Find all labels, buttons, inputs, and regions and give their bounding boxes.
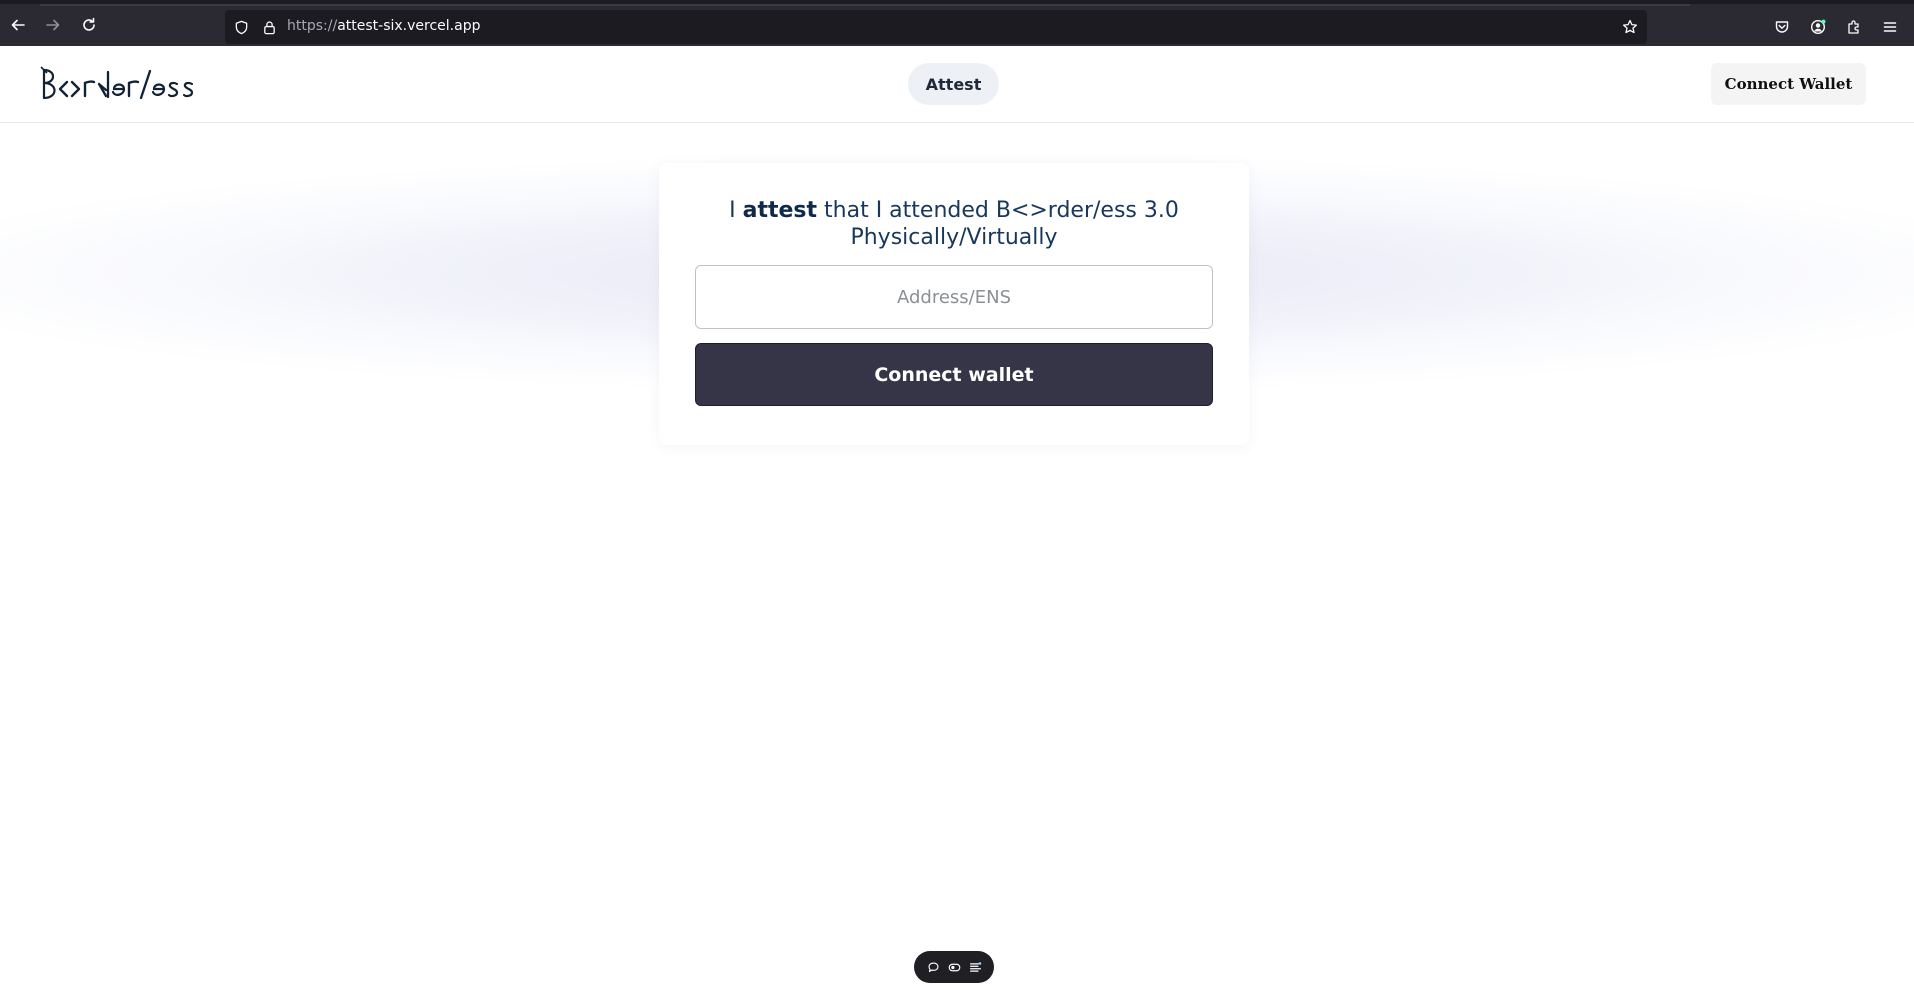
- address-ens-input[interactable]: [695, 265, 1213, 329]
- logo-wordmark: [40, 66, 194, 100]
- account-icon[interactable]: [1806, 15, 1830, 39]
- page: Attest Connect Wallet I attest that I at…: [0, 46, 1914, 1005]
- reload-button[interactable]: [74, 12, 104, 42]
- attest-heading: I attest that I attended B<>rder/ess 3.0…: [659, 197, 1249, 251]
- comment-icon[interactable]: [925, 959, 941, 975]
- borderless-logo[interactable]: [40, 64, 196, 104]
- lock-icon[interactable]: [261, 19, 277, 35]
- list-icon[interactable]: [967, 959, 983, 975]
- heading-line-1: I attest that I attended B<>rder/ess 3.0: [659, 197, 1249, 224]
- header-connect-wallet-button[interactable]: Connect Wallet: [1711, 63, 1866, 105]
- heading-rest: that I attended B<>rder/ess 3.0: [817, 198, 1179, 223]
- address-bar[interactable]: https://attest-six.vercel.app: [225, 10, 1647, 44]
- nav-attest[interactable]: Attest: [908, 63, 999, 105]
- attest-card: I attest that I attended B<>rder/ess 3.0…: [659, 163, 1249, 445]
- heading-bold: attest: [742, 198, 818, 223]
- browser-toolbar: https://attest-six.vercel.app: [0, 0, 1914, 46]
- star-icon[interactable]: [1621, 18, 1639, 36]
- heading-prefix: I: [729, 198, 743, 223]
- toggle-icon[interactable]: [946, 959, 962, 975]
- heading-line-2: Physically/Virtually: [850, 225, 1058, 250]
- shield-icon[interactable]: [233, 19, 249, 35]
- reload-icon: [81, 17, 97, 37]
- back-icon: [10, 17, 26, 37]
- connect-wallet-button[interactable]: Connect wallet: [695, 343, 1213, 406]
- floating-toolbar: [914, 951, 994, 983]
- site-header: Attest Connect Wallet: [0, 46, 1914, 123]
- menu-icon[interactable]: [1878, 15, 1902, 39]
- tab-strip: [40, 4, 1690, 6]
- forward-icon: [45, 17, 61, 37]
- url-scheme: https://: [287, 18, 338, 34]
- pocket-icon[interactable]: [1770, 15, 1794, 39]
- url-host: attest-six.vercel.app: [337, 18, 481, 34]
- back-button[interactable]: [3, 12, 33, 42]
- extensions-icon[interactable]: [1842, 15, 1866, 39]
- forward-button[interactable]: [38, 12, 68, 42]
- url-text[interactable]: https://attest-six.vercel.app: [287, 18, 480, 34]
